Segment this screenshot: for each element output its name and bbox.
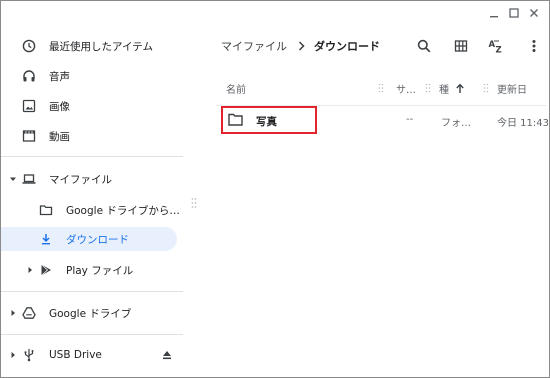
close-icon	[530, 9, 538, 17]
sort-arrow-up-icon	[455, 79, 465, 97]
minimize-icon	[490, 16, 498, 18]
sidebar-item-google-drive[interactable]: Google ドライブ	[1, 301, 183, 325]
sidebar-resize-handle[interactable]	[191, 197, 197, 209]
column-header-type[interactable]: 種	[439, 79, 449, 97]
sidebar-item-downloads[interactable]: ダウンロード	[1, 227, 177, 251]
sidebar-item-label: Google ドライブから…	[66, 204, 180, 217]
usb-icon	[21, 347, 37, 363]
play-icon	[38, 262, 54, 278]
sidebar-item-label: ダウンロード	[66, 233, 129, 246]
column-resize-handle[interactable]	[378, 83, 384, 93]
sidebar-item-play-files[interactable]: Play ファイル	[1, 258, 183, 282]
caret-right-icon[interactable]	[9, 351, 17, 359]
chevron-right-icon	[298, 41, 305, 51]
more-vert-icon	[532, 40, 536, 52]
column-header-name[interactable]: 名前	[226, 79, 246, 97]
more-options-button[interactable]	[525, 37, 543, 55]
column-header-modified[interactable]: 更新日	[497, 79, 527, 97]
column-resize-handle[interactable]	[483, 83, 489, 93]
search-icon	[417, 39, 431, 53]
sidebar-divider	[1, 156, 183, 157]
sidebar-item-audio[interactable]: 音声	[1, 64, 183, 88]
breadcrumb-item-my-files[interactable]: マイファイル	[221, 38, 287, 54]
sidebar-item-label: 動画	[49, 130, 70, 143]
image-icon	[21, 98, 37, 114]
sidebar-item-label: 音声	[49, 70, 70, 83]
breadcrumb: マイファイル ダウンロード	[221, 38, 380, 54]
caret-right-icon[interactable]	[9, 309, 17, 317]
sidebar-item-usb-drive[interactable]: USB Drive	[1, 343, 183, 367]
drive-icon	[21, 305, 37, 321]
maximize-icon	[509, 8, 519, 18]
file-modified: 今日 11:43	[497, 118, 549, 129]
sidebar-divider	[1, 291, 183, 292]
column-resize-handle[interactable]	[425, 83, 431, 93]
caret-down-icon[interactable]	[9, 175, 17, 183]
eject-icon[interactable]	[159, 347, 175, 363]
sidebar-divider	[1, 334, 183, 335]
sidebar-item-label: マイファイル	[49, 173, 112, 186]
sidebar-item-videos[interactable]: 動画	[1, 124, 183, 148]
close-button[interactable]	[526, 6, 542, 20]
svg-text:Z: Z	[496, 46, 502, 55]
search-button[interactable]	[415, 37, 433, 55]
column-header-size[interactable]: サ…	[396, 79, 416, 97]
sidebar-item-label: 最近使用したアイテム	[49, 40, 153, 53]
files-app-window: 最近使用したアイテム 音声 画像 動画 マイファイル Google ドライブから…	[0, 0, 550, 378]
breadcrumb-item-downloads[interactable]: ダウンロード	[314, 38, 380, 54]
file-type: フォ…	[441, 118, 471, 129]
headphones-icon	[21, 68, 37, 84]
clock-icon	[21, 38, 37, 54]
sidebar-item-label: USB Drive	[49, 349, 102, 361]
sort-button[interactable]: A Z	[487, 37, 505, 55]
sidebar-item-google-drive-folder[interactable]: Google ドライブから…	[1, 198, 183, 222]
maximize-button[interactable]	[506, 6, 522, 20]
sidebar-item-recent[interactable]: 最近使用したアイテム	[1, 34, 183, 58]
highlight-box	[221, 106, 317, 134]
laptop-icon	[21, 171, 37, 187]
sidebar-item-images[interactable]: 画像	[1, 94, 183, 118]
film-icon	[21, 128, 37, 144]
download-icon	[38, 231, 54, 247]
sidebar-item-label: Play ファイル	[66, 264, 134, 277]
grid-view-icon	[454, 40, 468, 52]
folder-icon	[38, 202, 54, 218]
sidebar-item-label: Google ドライブ	[49, 307, 132, 320]
sidebar-item-label: 画像	[49, 100, 70, 113]
grid-view-button[interactable]	[452, 37, 470, 55]
file-size: --	[406, 114, 414, 125]
sidebar: 最近使用したアイテム 音声 画像 動画 マイファイル Google ドライブから…	[1, 1, 183, 377]
caret-right-icon[interactable]	[26, 266, 34, 274]
minimize-button[interactable]	[486, 6, 502, 20]
sort-az-icon: A Z	[489, 40, 502, 55]
sidebar-item-my-files[interactable]: マイファイル	[1, 167, 183, 191]
